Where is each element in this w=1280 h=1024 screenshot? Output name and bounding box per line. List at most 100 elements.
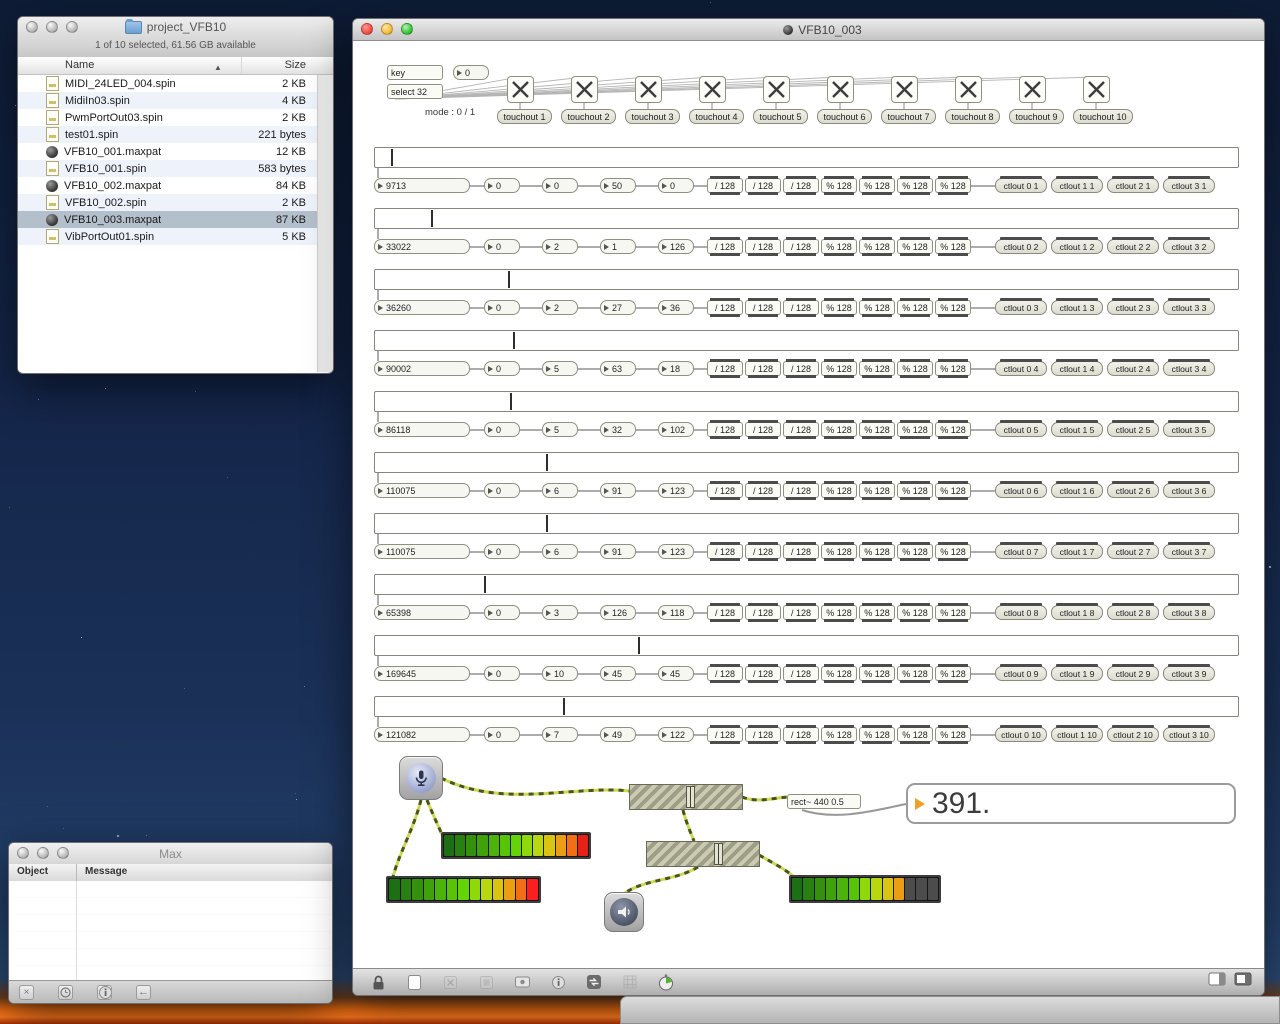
mic-button[interactable] xyxy=(399,756,443,800)
column-header-size[interactable]: Size xyxy=(241,57,333,74)
toggle-checkbox[interactable] xyxy=(699,76,726,103)
ctlout-message-box[interactable]: ctlout 0 10 xyxy=(995,725,1047,742)
ctlout-message-box[interactable]: ctlout 3 8 xyxy=(1163,603,1215,620)
zoom-button[interactable] xyxy=(57,847,69,859)
gain-slider-1[interactable] xyxy=(629,784,743,810)
row-number-box[interactable]: 45 xyxy=(658,666,694,681)
ctlout-message-box[interactable]: ctlout 3 2 xyxy=(1163,237,1215,254)
finder-file-row[interactable]: VFB10_003.maxpat 87 KB xyxy=(18,211,318,228)
ctlout-message-box[interactable]: ctlout 3 4 xyxy=(1163,359,1215,376)
row-number-box[interactable]: 0 xyxy=(484,361,520,376)
ctlout-message-box[interactable]: ctlout 2 3 xyxy=(1107,298,1159,315)
presentation-view-icon[interactable] xyxy=(1234,972,1252,991)
ctlout-message-box[interactable]: ctlout 1 6 xyxy=(1051,481,1103,498)
row-number-box[interactable]: 0 xyxy=(484,727,520,742)
toggle-checkbox[interactable] xyxy=(571,76,598,103)
ctlout-message-box[interactable]: ctlout 0 7 xyxy=(995,542,1047,559)
close-button[interactable] xyxy=(17,847,29,859)
row-slider[interactable] xyxy=(374,513,1239,534)
gain-slider-2[interactable] xyxy=(646,841,760,867)
toggle-checkbox[interactable] xyxy=(507,76,534,103)
row-number-box[interactable]: 5 xyxy=(542,361,578,376)
ctlout-message-box[interactable]: ctlout 3 6 xyxy=(1163,481,1215,498)
info-icon[interactable] xyxy=(97,984,112,1000)
scrollbar-track[interactable] xyxy=(317,75,333,372)
ctlout-message-box[interactable]: ctlout 0 3 xyxy=(995,298,1047,315)
touchout-message-box[interactable]: touchout 10 xyxy=(1073,109,1133,124)
row-number-box[interactable]: 102 xyxy=(658,422,694,437)
row-value-number-box[interactable]: 86118 xyxy=(374,422,470,437)
ctlout-message-box[interactable]: ctlout 0 8 xyxy=(995,603,1047,620)
ctlout-message-box[interactable]: ctlout 2 2 xyxy=(1107,237,1159,254)
row-number-box[interactable]: 91 xyxy=(600,544,636,559)
row-number-box[interactable]: 0 xyxy=(484,239,520,254)
new-object-icon[interactable] xyxy=(403,972,425,992)
finder-file-row[interactable]: test01.spin 221 bytes xyxy=(18,126,318,143)
touchout-message-box[interactable]: touchout 2 xyxy=(561,109,616,124)
ctlout-message-box[interactable]: ctlout 1 9 xyxy=(1051,664,1103,681)
toggle-checkbox[interactable] xyxy=(763,76,790,103)
touchout-message-box[interactable]: touchout 6 xyxy=(817,109,872,124)
touchout-message-box[interactable]: touchout 8 xyxy=(945,109,1000,124)
grid-icon[interactable] xyxy=(619,972,641,992)
touchout-message-box[interactable]: touchout 1 xyxy=(497,109,552,124)
ctlout-message-box[interactable]: ctlout 0 6 xyxy=(995,481,1047,498)
row-number-box[interactable]: 126 xyxy=(658,239,694,254)
ctlout-message-box[interactable]: ctlout 3 7 xyxy=(1163,542,1215,559)
row-number-box[interactable]: 27 xyxy=(600,300,636,315)
ctlout-message-box[interactable]: ctlout 3 1 xyxy=(1163,176,1215,193)
row-number-box[interactable]: 123 xyxy=(658,544,694,559)
ctlout-message-box[interactable]: ctlout 3 10 xyxy=(1163,725,1215,742)
row-number-box[interactable]: 18 xyxy=(658,361,694,376)
row-number-box[interactable]: 0 xyxy=(484,422,520,437)
row-value-number-box[interactable]: 36260 xyxy=(374,300,470,315)
clock-icon[interactable] xyxy=(58,984,73,1000)
toggle-checkbox[interactable] xyxy=(635,76,662,103)
row-number-box[interactable]: 0 xyxy=(484,605,520,620)
row-number-box[interactable]: 118 xyxy=(658,605,694,620)
toggle-checkbox[interactable] xyxy=(1083,76,1110,103)
row-number-box[interactable]: 6 xyxy=(542,483,578,498)
row-number-box[interactable]: 36 xyxy=(658,300,694,315)
row-number-box[interactable]: 49 xyxy=(600,727,636,742)
toggle-checkbox[interactable] xyxy=(891,76,918,103)
ctlout-message-box[interactable]: ctlout 1 8 xyxy=(1051,603,1103,620)
row-number-box[interactable]: 0 xyxy=(484,483,520,498)
row-slider[interactable] xyxy=(374,635,1239,656)
touchout-message-box[interactable]: touchout 9 xyxy=(1009,109,1064,124)
back-icon[interactable]: ← xyxy=(136,984,151,1000)
gain-thumb[interactable] xyxy=(713,843,723,865)
row-number-box[interactable]: 7 xyxy=(542,727,578,742)
row-slider[interactable] xyxy=(374,452,1239,473)
minimize-button[interactable] xyxy=(381,23,393,35)
number-display[interactable]: 391. xyxy=(906,783,1236,824)
cut-icon[interactable] xyxy=(439,972,461,992)
column-header-object[interactable]: Object xyxy=(9,864,76,881)
row-number-box[interactable]: 1 xyxy=(600,239,636,254)
ctlout-message-box[interactable]: ctlout 2 4 xyxy=(1107,359,1159,376)
key-number-box[interactable]: 0 xyxy=(453,65,489,80)
row-number-box[interactable]: 123 xyxy=(658,483,694,498)
ctlout-message-box[interactable]: ctlout 1 10 xyxy=(1051,725,1103,742)
ctlout-message-box[interactable]: ctlout 0 5 xyxy=(995,420,1047,437)
touchout-message-box[interactable]: touchout 5 xyxy=(753,109,808,124)
gain-thumb[interactable] xyxy=(686,786,696,808)
ctlout-message-box[interactable]: ctlout 1 4 xyxy=(1051,359,1103,376)
row-slider[interactable] xyxy=(374,574,1239,595)
row-number-box[interactable]: 3 xyxy=(542,605,578,620)
row-slider[interactable] xyxy=(374,696,1239,717)
column-header-name[interactable]: Name ▲ xyxy=(18,57,241,74)
row-value-number-box[interactable]: 169645 xyxy=(374,666,470,681)
row-number-box[interactable]: 10 xyxy=(542,666,578,681)
actions-icon[interactable] xyxy=(583,972,605,992)
row-value-number-box[interactable]: 110075 xyxy=(374,544,470,559)
ctlout-message-box[interactable]: ctlout 2 8 xyxy=(1107,603,1159,620)
row-number-box[interactable]: 0 xyxy=(484,178,520,193)
toggle-checkbox[interactable] xyxy=(955,76,982,103)
finder-file-row[interactable]: VFB10_002.maxpat 84 KB xyxy=(18,177,318,194)
row-number-box[interactable]: 122 xyxy=(658,727,694,742)
row-number-box[interactable]: 2 xyxy=(542,239,578,254)
row-slider[interactable] xyxy=(374,147,1239,168)
close-button[interactable] xyxy=(361,23,373,35)
toggle-checkbox[interactable] xyxy=(1019,76,1046,103)
